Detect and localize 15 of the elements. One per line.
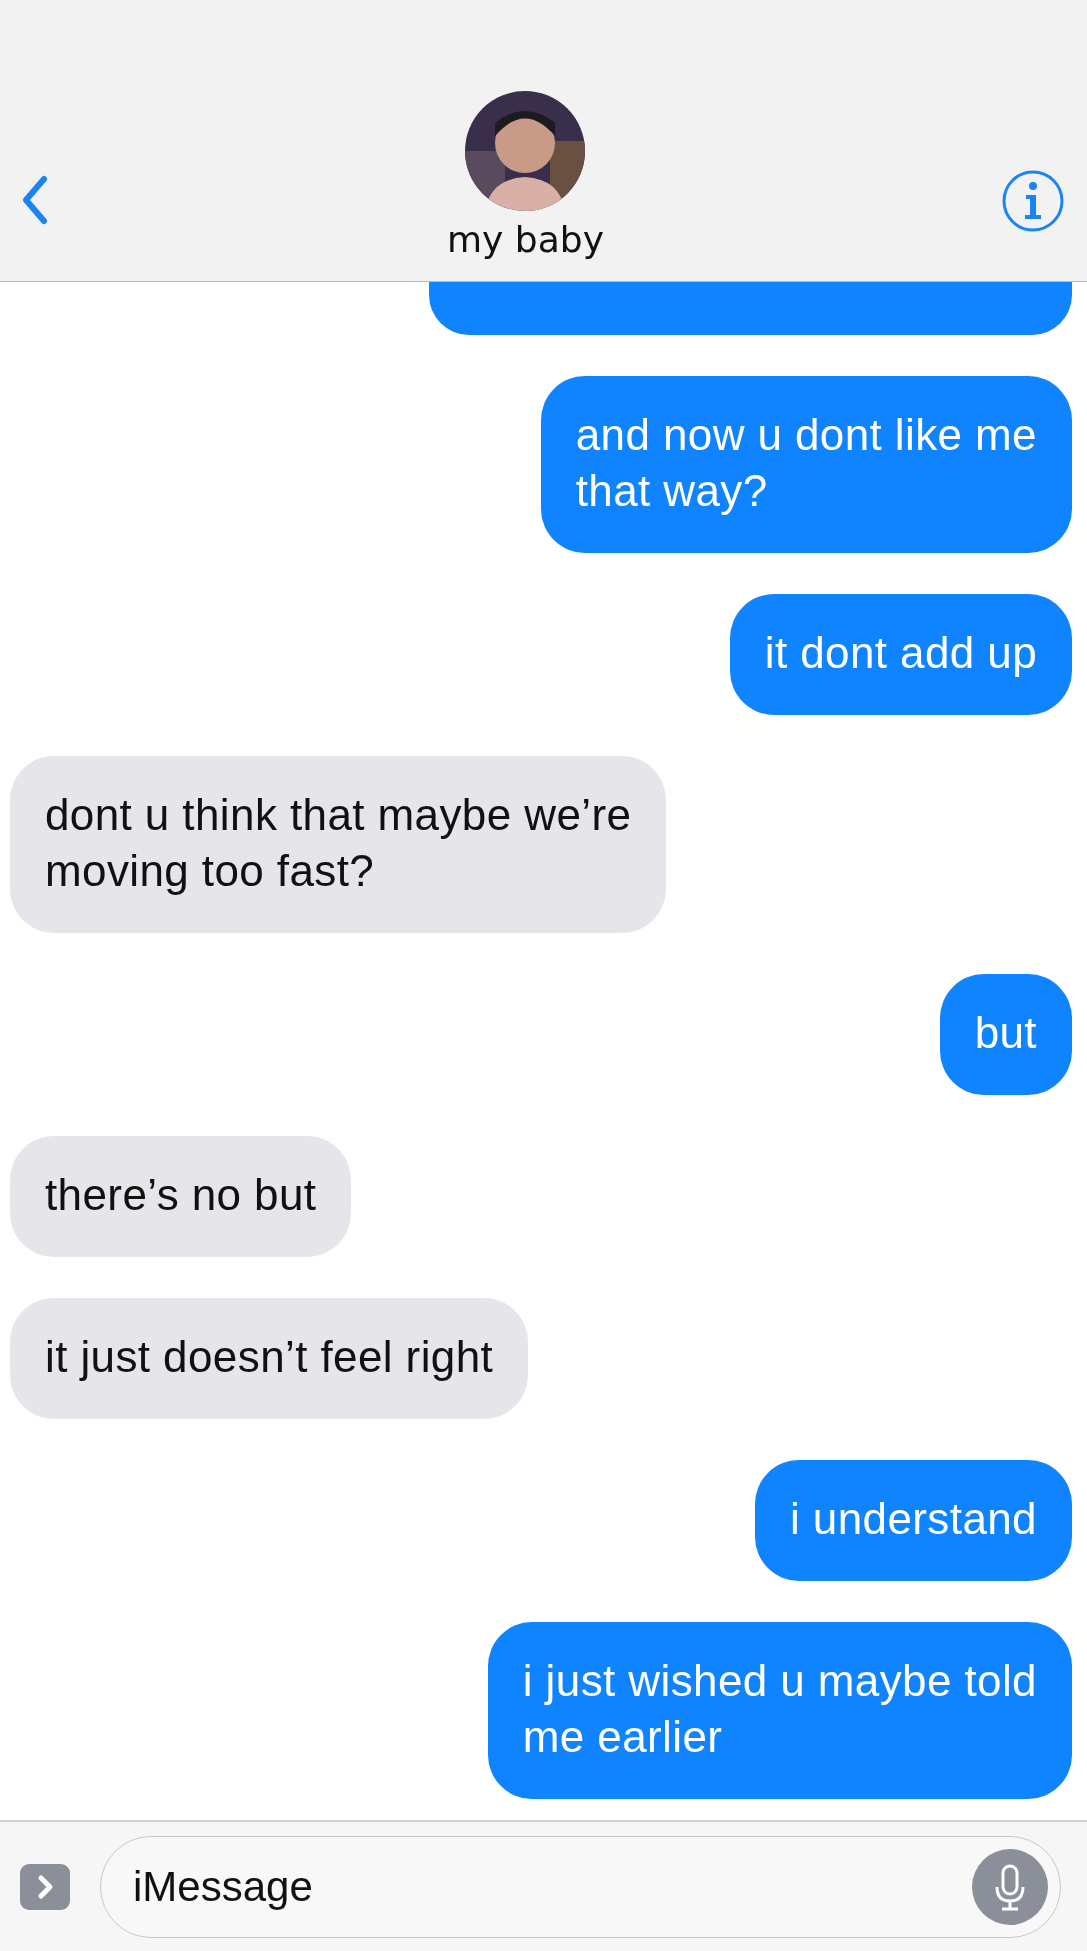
message-bubble: i understand	[755, 1460, 1072, 1581]
message-bubble: there’s no but	[10, 1136, 352, 1257]
contact-name[interactable]: my baby	[447, 219, 604, 261]
text-field[interactable]: iMessage	[100, 1835, 1061, 1938]
info-icon[interactable]	[1001, 169, 1065, 233]
microphone-button[interactable]	[972, 1848, 1048, 1925]
message-input[interactable]: iMessage	[131, 1861, 972, 1912]
message-bubble: it dont add up	[729, 594, 1072, 715]
message-bubble: dont u think that maybe we’re moving too fast?	[10, 756, 667, 933]
message-bubble: but	[939, 974, 1072, 1095]
message-bubble: and now u dont like me that way?	[540, 376, 1072, 553]
back-icon[interactable]	[20, 175, 50, 225]
apps-button[interactable]	[20, 1863, 70, 1910]
message-bubble: i just wished u maybe told me earlier	[487, 1622, 1072, 1799]
message-bubble: it just doesn’t feel right	[10, 1298, 529, 1419]
